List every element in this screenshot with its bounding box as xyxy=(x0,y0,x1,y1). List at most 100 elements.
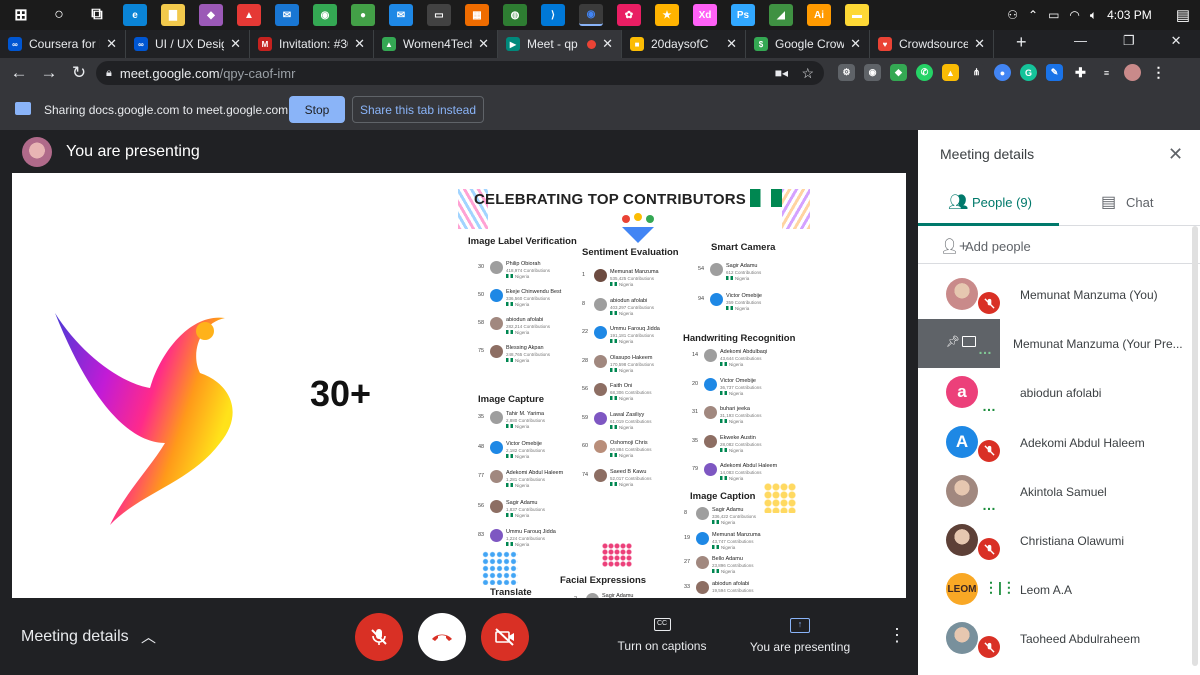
app-star-icon[interactable]: ★ xyxy=(655,4,679,26)
stop-sharing-button[interactable]: Stop xyxy=(289,96,345,123)
close-window-icon[interactable]: ✕ xyxy=(1171,33,1182,49)
captions-control[interactable]: CC Turn on captions xyxy=(600,618,724,653)
add-people-button[interactable]: 👤︎+ Add people xyxy=(918,230,1200,264)
close-tab-icon[interactable]: ✕ xyxy=(602,36,613,52)
clock-time[interactable]: 4:03 PM xyxy=(1107,8,1152,22)
more-options-icon[interactable]: ⋮ xyxy=(888,625,906,646)
meeting-details-label[interactable]: Meeting details xyxy=(21,628,129,646)
whatsapp-icon[interactable]: ✆ xyxy=(916,64,933,81)
microphone-muted-button[interactable] xyxy=(355,613,403,661)
reading-list-icon[interactable]: ≡ xyxy=(1098,64,1115,81)
participant-row[interactable]: LEOM ⋮|⋮ Leom A.A xyxy=(918,565,1200,614)
camera-indicator-icon[interactable]: ■◂ xyxy=(775,66,788,80)
minimize-icon[interactable]: — xyxy=(1074,33,1087,49)
browser-tab[interactable]: ∞ UI / UX Design ✕ xyxy=(126,30,250,58)
chrome-icon[interactable]: ◉ xyxy=(313,4,337,26)
nigeria-flag-icon xyxy=(750,189,782,207)
more-dots-icon[interactable]: … xyxy=(982,497,997,513)
more-dots-icon[interactable]: … xyxy=(978,341,992,357)
chrome-menu-icon[interactable]: ⋮ xyxy=(1150,64,1167,81)
sticky-notes-icon[interactable]: ▬ xyxy=(845,4,869,26)
app-orange-icon[interactable]: ▦ xyxy=(465,4,489,26)
browser-tab[interactable]: $ Google Crowd ✕ xyxy=(746,30,870,58)
photoshop-icon[interactable]: Ps xyxy=(731,4,755,26)
app-pink-icon[interactable]: ✿ xyxy=(617,4,641,26)
extension-colorful-icon[interactable]: ◆ xyxy=(890,64,907,81)
close-tab-icon[interactable]: ✕ xyxy=(354,36,365,52)
participant-row[interactable]: Christiana Olawumi xyxy=(918,516,1200,565)
panel-scrollbar[interactable] xyxy=(1192,226,1198,666)
present-control[interactable]: ↑ You are presenting xyxy=(740,618,860,654)
chevron-up-icon[interactable]: ︿ xyxy=(141,626,156,647)
participant-row[interactable]: 📌︎ … Memunat Manzuma (Your Pre... xyxy=(918,319,1200,369)
more-dots-icon[interactable]: … xyxy=(982,398,997,414)
illustrator-icon[interactable]: Ai xyxy=(807,4,831,26)
participant-row[interactable]: A Adekomi Abdul Haleem xyxy=(918,418,1200,467)
task-view-icon[interactable]: ⧉ xyxy=(85,4,109,26)
address-bar[interactable]: 🔒︎ meet.google.com/qpy-caof-imr ■◂ ☆ xyxy=(96,61,824,85)
notifications-icon[interactable]: ▤ xyxy=(1176,6,1190,24)
share-icon[interactable]: ⋔ xyxy=(968,64,985,81)
close-tab-icon[interactable]: ✕ xyxy=(478,36,489,52)
windows-start-icon[interactable]: ⊞ xyxy=(9,4,33,26)
battery-icon[interactable]: ▭ xyxy=(1048,8,1059,22)
contributor-count: 170,598 Contributions xyxy=(610,361,655,367)
tab-people[interactable]: 👥︎ People (9) xyxy=(918,182,1059,226)
browser-tab[interactable]: ▲ Women4Tech ✕ xyxy=(374,30,498,58)
app-red-icon[interactable]: ▲ xyxy=(237,4,261,26)
camera-extension-icon[interactable]: ◉ xyxy=(864,64,881,81)
terminal-icon[interactable]: ▭ xyxy=(427,4,451,26)
participant-row[interactable]: … Akintola Samuel xyxy=(918,467,1200,516)
app-green3-icon[interactable]: ◢ xyxy=(769,4,793,26)
participant-row[interactable]: a… abiodun afolabi xyxy=(918,368,1200,417)
vscode-icon[interactable]: ⟩ xyxy=(541,4,565,26)
browser-tab[interactable]: M Invitation: #30 ✕ xyxy=(250,30,374,58)
edge-icon[interactable]: e xyxy=(123,4,147,26)
leave-call-button[interactable] xyxy=(418,613,466,661)
close-tab-icon[interactable]: ✕ xyxy=(850,36,861,52)
file-explorer-icon[interactable]: ▇ xyxy=(161,4,185,26)
app-green-icon[interactable]: ● xyxy=(351,4,375,26)
browser-tab[interactable]: ■ 20daysofC ✕ xyxy=(622,30,746,58)
extension-circle-icon[interactable]: ● xyxy=(994,64,1011,81)
profile-avatar-icon[interactable] xyxy=(1124,64,1141,81)
camera-off-button[interactable] xyxy=(481,613,529,661)
close-tab-icon[interactable]: ✕ xyxy=(726,36,737,52)
google-drive-icon[interactable]: ▲ xyxy=(942,64,959,81)
xd-icon[interactable]: Xd xyxy=(693,4,717,26)
pen-icon[interactable]: ✎ xyxy=(1046,64,1063,81)
participant-row[interactable]: Memunat Manzuma (You) xyxy=(918,270,1200,319)
chevron-up-icon[interactable]: ⌃ xyxy=(1028,8,1038,22)
bookmark-star-icon[interactable]: ☆ xyxy=(801,65,814,82)
mail-icon[interactable]: ✉ xyxy=(389,4,413,26)
participant-row[interactable]: Taoheed Abdulraheem xyxy=(918,614,1200,663)
close-tab-icon[interactable]: ✕ xyxy=(230,36,241,52)
close-tab-icon[interactable]: ✕ xyxy=(106,36,117,52)
new-tab-button[interactable]: + xyxy=(1016,32,1027,53)
app-green2-icon[interactable]: ◍ xyxy=(503,4,527,26)
close-panel-icon[interactable]: ✕ xyxy=(1168,144,1183,165)
app-diamond-icon[interactable]: ◆ xyxy=(199,4,223,26)
chrome-active-icon[interactable]: ◉ xyxy=(579,4,603,26)
people-icon[interactable]: ⚇ xyxy=(1007,8,1018,22)
browser-tab[interactable]: ∞ Coursera for N ✕ xyxy=(0,30,126,58)
reload-icon[interactable]: ↻ xyxy=(64,63,94,83)
grammarly-icon[interactable]: G xyxy=(1020,64,1037,81)
share-this-tab-button[interactable]: Share this tab instead xyxy=(352,96,484,123)
closed-captions-icon: CC xyxy=(653,618,671,631)
pin-icon[interactable]: 📌︎ xyxy=(946,335,960,348)
back-icon[interactable]: ← xyxy=(4,63,34,83)
tab-chat[interactable]: ▤ Chat xyxy=(1059,182,1200,226)
app-blue-icon[interactable]: ✉ xyxy=(275,4,299,26)
puzzle-extensions-icon[interactable]: ✚ xyxy=(1072,64,1089,81)
browser-tab[interactable]: ♥ Crowdsource ✕ xyxy=(870,30,994,58)
extension-1-icon[interactable]: ⚙ xyxy=(838,64,855,81)
network-icon[interactable]: ◠ xyxy=(1069,8,1079,22)
close-tab-icon[interactable]: ✕ xyxy=(974,36,985,52)
browser-tab[interactable]: ▶ Meet - qp ✕ xyxy=(498,30,622,58)
restore-icon[interactable]: ❐ xyxy=(1123,33,1135,49)
forward-icon[interactable]: → xyxy=(34,63,64,83)
cortana-icon[interactable]: ○ xyxy=(47,4,71,26)
tab-favicon-icon: ∞ xyxy=(8,37,22,51)
volume-icon[interactable]: 🔈︎ xyxy=(1090,8,1097,23)
